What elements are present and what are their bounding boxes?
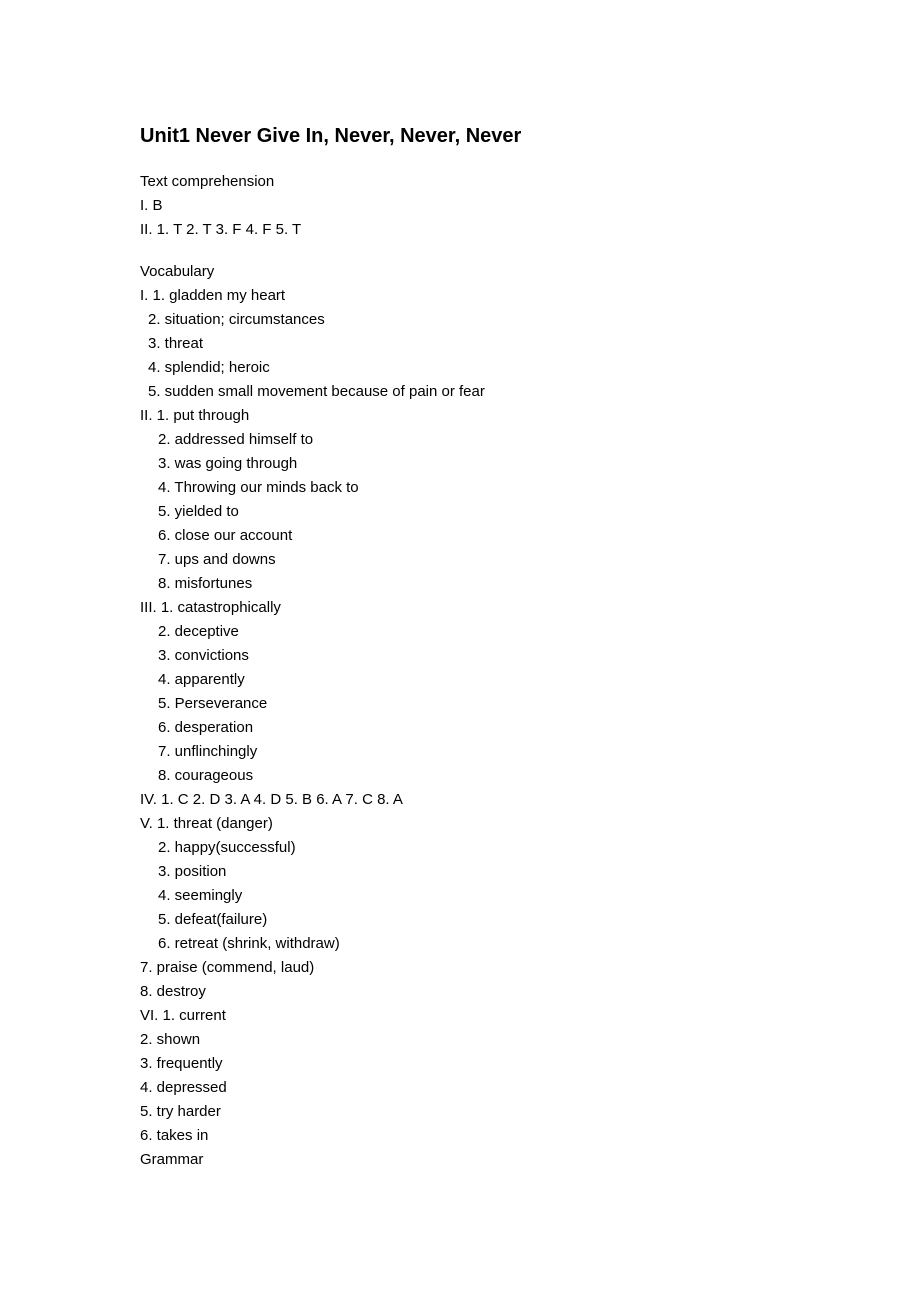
text-line: 6. takes in <box>140 1124 780 1148</box>
text-line: 5. Perseverance <box>140 692 780 716</box>
text-line: 4. seemingly <box>140 884 780 908</box>
text-line: I. 1. gladden my heart <box>140 284 780 308</box>
section-heading: Grammar <box>140 1148 780 1172</box>
text-line: 3. convictions <box>140 644 780 668</box>
text-line: V. 1. threat (danger) <box>140 812 780 836</box>
text-line: II. 1. put through <box>140 404 780 428</box>
text-line: 2. addressed himself to <box>140 428 780 452</box>
page-title: Unit1 Never Give In, Never, Never, Never <box>140 120 780 152</box>
text-line: 2. situation; circumstances <box>140 308 780 332</box>
text-line: 6. desperation <box>140 716 780 740</box>
text-line: 2. happy(successful) <box>140 836 780 860</box>
text-line: 2. shown <box>140 1028 780 1052</box>
text-line: 3. position <box>140 860 780 884</box>
text-line: 4. depressed <box>140 1076 780 1100</box>
text-line: 7. praise (commend, laud) <box>140 956 780 980</box>
text-line: VI. 1. current <box>140 1004 780 1028</box>
text-line: 5. try harder <box>140 1100 780 1124</box>
text-line: IV. 1. C 2. D 3. A 4. D 5. B 6. A 7. C 8… <box>140 788 780 812</box>
text-line: II. 1. T 2. T 3. F 4. F 5. T <box>140 218 780 242</box>
text-line: 6. close our account <box>140 524 780 548</box>
vocabulary-section: Vocabulary I. 1. gladden my heart 2. sit… <box>140 260 780 1172</box>
text-line: 3. was going through <box>140 452 780 476</box>
text-line: I. B <box>140 194 780 218</box>
text-line: 5. sudden small movement because of pain… <box>140 380 780 404</box>
text-line: 4. Throwing our minds back to <box>140 476 780 500</box>
text-line: 7. ups and downs <box>140 548 780 572</box>
text-line: 3. threat <box>140 332 780 356</box>
text-comprehension-section: Text comprehension I. B II. 1. T 2. T 3.… <box>140 170 780 242</box>
section-heading: Vocabulary <box>140 260 780 284</box>
text-line: 2. deceptive <box>140 620 780 644</box>
text-line: 7. unflinchingly <box>140 740 780 764</box>
text-line: 5. yielded to <box>140 500 780 524</box>
text-line: III. 1. catastrophically <box>140 596 780 620</box>
text-line: 8. destroy <box>140 980 780 1004</box>
text-line: 8. courageous <box>140 764 780 788</box>
section-heading: Text comprehension <box>140 170 780 194</box>
text-line: 8. misfortunes <box>140 572 780 596</box>
text-line: 5. defeat(failure) <box>140 908 780 932</box>
text-line: 3. frequently <box>140 1052 780 1076</box>
text-line: 4. splendid; heroic <box>140 356 780 380</box>
text-line: 6. retreat (shrink, withdraw) <box>140 932 780 956</box>
text-line: 4. apparently <box>140 668 780 692</box>
